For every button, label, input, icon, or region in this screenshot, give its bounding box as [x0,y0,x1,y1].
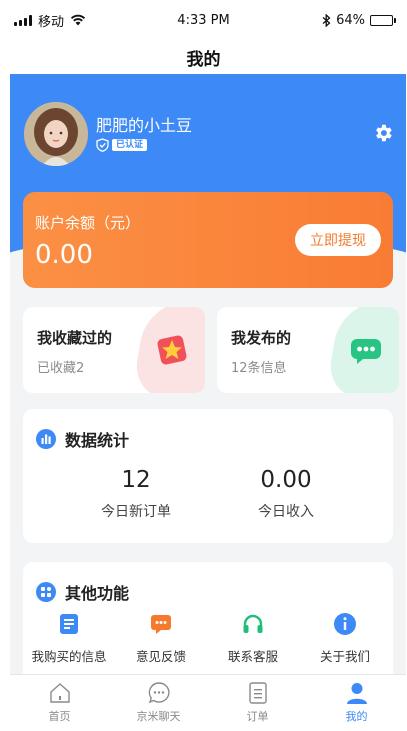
chat-icon [148,682,170,704]
wifi-icon [70,14,86,26]
avatar-image [24,102,88,166]
favorites-count: 已收藏2 [37,361,85,376]
headset-icon [243,614,263,633]
tab-label: 首页 [48,710,71,723]
shield-check-icon [96,138,109,152]
bluetooth-icon [322,13,331,27]
function-customer-service[interactable]: 联系客服 [207,612,299,665]
published-title: 我发布的 [231,329,292,347]
balance-label: 账户余额（元） [35,214,141,232]
stats-title: 数据统计 [65,431,130,450]
stats-header: 数据统计 [35,427,129,451]
verified-label: 已认证 [112,139,148,151]
avatar[interactable] [24,102,88,166]
signal-icon [14,14,32,26]
balance-card: 账户余额（元） 0.00 立即提现 [23,192,393,288]
bar-chart-icon [36,429,56,449]
info-icon [334,613,356,635]
stat-value: 12 [121,467,151,493]
status-left: 移动 [14,11,134,30]
tab-mine[interactable]: 我的 [307,675,406,731]
settings-gear-icon[interactable] [372,122,394,144]
status-time: 4:33 PM [177,12,230,28]
published-count: 12条信息 [231,361,287,376]
favorites-card[interactable]: 我收藏过的 已收藏2 [23,307,205,393]
document-icon [60,614,78,634]
verified-badge: 已认证 [96,138,148,152]
status-bar: 移动 4:33 PM 64% [0,0,407,40]
stat-value: 0.00 [260,467,312,493]
carrier-name: 移动 [38,14,65,30]
stats-card: 数据统计 12 今日新订单 0.00 今日收入 [23,409,393,543]
tab-label: 我的 [345,710,368,723]
user-icon [346,683,367,704]
profile-screen: 肥肥的小土豆 已认证 账户余额（元） 0.00 立即提现 我收藏过的 已收藏2 … [10,74,406,674]
tab-orders[interactable]: 订单 [208,675,307,731]
published-card[interactable]: 我发布的 12条信息 [217,307,399,393]
home-icon [49,683,70,703]
stat-new-orders: 12 今日新订单 [61,467,211,521]
withdraw-button[interactable]: 立即提现 [295,224,381,256]
balance-value: 0.00 [35,240,93,270]
tab-home[interactable]: 首页 [10,675,109,731]
tab-label: 订单 [246,710,269,723]
stat-label: 今日收入 [258,504,314,520]
message-bubble-icon [351,339,381,364]
order-icon [248,682,267,704]
page-title: 我的 [186,49,221,70]
status-right: 64% [273,12,396,28]
function-purchased-info[interactable]: 我购买的信息 [23,612,115,665]
battery-icon [369,14,396,26]
grid-apps-icon [36,582,56,602]
functions-card: 其他功能 我购买的信息 意见反馈 联系客服 关于我们 [23,562,393,674]
tab-label: 京米聊天 [136,710,181,723]
functions-title: 其他功能 [65,584,130,603]
username: 肥肥的小土豆 [96,116,193,135]
stat-income: 0.00 今日收入 [211,467,361,521]
star-icon [157,335,187,365]
function-label: 联系客服 [227,649,278,664]
function-label: 我购买的信息 [31,649,107,664]
battery-percent: 64% [336,12,365,28]
bottom-tab-bar: 首页 京米聊天 订单 我的 [10,674,406,731]
tab-chat[interactable]: 京米聊天 [109,675,208,731]
stat-label: 今日新订单 [101,504,171,520]
function-label: 意见反馈 [135,649,186,664]
functions-header: 其他功能 [35,580,129,604]
feedback-icon [151,615,171,634]
function-feedback[interactable]: 意见反馈 [115,612,207,665]
function-label: 关于我们 [319,649,370,664]
favorites-title: 我收藏过的 [37,329,113,347]
function-about-us[interactable]: 关于我们 [299,612,391,665]
